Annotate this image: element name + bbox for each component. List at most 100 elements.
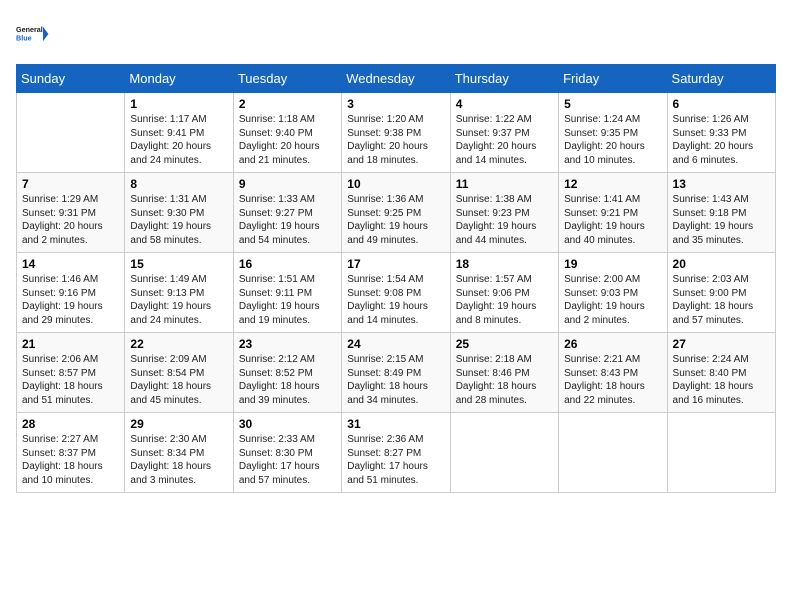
calendar-cell: 23Sunrise: 2:12 AMSunset: 8:52 PMDayligh… — [233, 333, 341, 413]
day-info: Sunrise: 1:57 AMSunset: 9:06 PMDaylight:… — [456, 273, 553, 327]
day-number: 19 — [564, 257, 661, 271]
calendar-cell: 4 Sunrise: 1:22 AMSunset: 9:37 PMDaylight… — [450, 93, 558, 173]
calendar-cell: 16 Sunrise: 1:51 AMSunset: 9:11 PMDayligh… — [233, 253, 341, 333]
day-info: Sunrise: 1:51 AMSunset: 9:11 PMDaylight:… — [239, 273, 336, 327]
calendar-cell: 2Sunrise: 1:18 AMSunset: 9:40 PMDaylight… — [233, 93, 341, 173]
day-info: Sunrise: 2:15 AMSunset: 8:49 PMDaylight:… — [347, 353, 444, 407]
day-number: 16 — [239, 257, 336, 271]
calendar-cell: 15 Sunrise: 1:49 AMSunset: 9:13 PMDayligh… — [125, 253, 233, 333]
day-info: Sunrise: 1:41 AMSunset: 9:21 PMDaylight:… — [564, 193, 661, 247]
week-row-1: 1Sunrise: 1:17 AMSunset: 9:41 PMDaylight… — [17, 93, 776, 173]
day-number: 4 — [456, 97, 553, 111]
week-row-4: 21Sunrise: 2:06 AMSunset: 8:57 PMDayligh… — [17, 333, 776, 413]
header-day-tuesday: Tuesday — [233, 65, 341, 93]
calendar-cell: 5 Sunrise: 1:24 AMSunset: 9:35 PMDaylight… — [559, 93, 667, 173]
calendar-cell: 13Sunrise: 1:43 AMSunset: 9:18 PMDayligh… — [667, 173, 775, 253]
calendar-cell: 24 Sunrise: 2:15 AMSunset: 8:49 PMDayligh… — [342, 333, 450, 413]
calendar-cell: 27 Sunrise: 2:24 AMSunset: 8:40 PMDayligh… — [667, 333, 775, 413]
day-number: 31 — [347, 417, 444, 431]
day-number: 28 — [22, 417, 119, 431]
calendar-cell: 1Sunrise: 1:17 AMSunset: 9:41 PMDaylight… — [125, 93, 233, 173]
day-number: 5 — [564, 97, 661, 111]
day-number: 3 — [347, 97, 444, 111]
calendar-cell: 29 Sunrise: 2:30 AMSunset: 8:34 PMDayligh… — [125, 413, 233, 493]
day-info: Sunrise: 2:03 AMSunset: 9:00 PMDaylight:… — [673, 273, 770, 327]
header-day-sunday: Sunday — [17, 65, 125, 93]
day-info: Sunrise: 2:30 AMSunset: 8:34 PMDaylight:… — [130, 433, 227, 487]
day-number: 8 — [130, 177, 227, 191]
day-info: Sunrise: 1:49 AMSunset: 9:13 PMDaylight:… — [130, 273, 227, 327]
day-number: 22 — [130, 337, 227, 351]
calendar-cell: 26 Sunrise: 2:21 AMSunset: 8:43 PMDayligh… — [559, 333, 667, 413]
day-number: 10 — [347, 177, 444, 191]
day-info: Sunrise: 1:38 AMSunset: 9:23 PMDaylight:… — [456, 193, 553, 247]
calendar-cell: 11 Sunrise: 1:38 AMSunset: 9:23 PMDayligh… — [450, 173, 558, 253]
calendar-cell: 7Sunrise: 1:29 AMSunset: 9:31 PMDaylight… — [17, 173, 125, 253]
day-info: Sunrise: 1:24 AMSunset: 9:35 PMDaylight:… — [564, 113, 661, 167]
day-number: 17 — [347, 257, 444, 271]
calendar-cell: 9Sunrise: 1:33 AMSunset: 9:27 PMDaylight… — [233, 173, 341, 253]
calendar-cell: 20 Sunrise: 2:03 AMSunset: 9:00 PMDayligh… — [667, 253, 775, 333]
day-number: 14 — [22, 257, 119, 271]
svg-text:Blue: Blue — [16, 33, 32, 42]
calendar-cell — [667, 413, 775, 493]
day-info: Sunrise: 1:26 AMSunset: 9:33 PMDaylight:… — [673, 113, 770, 167]
calendar-body: 1Sunrise: 1:17 AMSunset: 9:41 PMDaylight… — [17, 93, 776, 493]
day-info: Sunrise: 1:31 AMSunset: 9:30 PMDaylight:… — [130, 193, 227, 247]
day-number: 27 — [673, 337, 770, 351]
day-number: 15 — [130, 257, 227, 271]
calendar-cell — [450, 413, 558, 493]
calendar-cell: 6 Sunrise: 1:26 AMSunset: 9:33 PMDaylight… — [667, 93, 775, 173]
day-number: 18 — [456, 257, 553, 271]
day-info: Sunrise: 2:27 AMSunset: 8:37 PMDaylight:… — [22, 433, 119, 487]
day-info: Sunrise: 2:18 AMSunset: 8:46 PMDaylight:… — [456, 353, 553, 407]
calendar-table: SundayMondayTuesdayWednesdayThursdayFrid… — [16, 64, 776, 493]
calendar-cell: 8 Sunrise: 1:31 AMSunset: 9:30 PMDaylight… — [125, 173, 233, 253]
logo-icon: GeneralBlue — [16, 16, 52, 52]
day-info: Sunrise: 1:46 AMSunset: 9:16 PMDaylight:… — [22, 273, 119, 327]
day-info: Sunrise: 1:17 AMSunset: 9:41 PMDaylight:… — [130, 113, 227, 167]
header-day-monday: Monday — [125, 65, 233, 93]
day-number: 12 — [564, 177, 661, 191]
week-row-3: 14 Sunrise: 1:46 AMSunset: 9:16 PMDayligh… — [17, 253, 776, 333]
calendar-cell: 22 Sunrise: 2:09 AMSunset: 8:54 PMDayligh… — [125, 333, 233, 413]
calendar-cell: 25 Sunrise: 2:18 AMSunset: 8:46 PMDayligh… — [450, 333, 558, 413]
calendar-cell — [559, 413, 667, 493]
logo: GeneralBlue — [16, 16, 52, 52]
day-number: 6 — [673, 97, 770, 111]
calendar-cell: 21Sunrise: 2:06 AMSunset: 8:57 PMDayligh… — [17, 333, 125, 413]
day-number: 20 — [673, 257, 770, 271]
calendar-cell — [17, 93, 125, 173]
day-number: 24 — [347, 337, 444, 351]
header-day-thursday: Thursday — [450, 65, 558, 93]
day-number: 26 — [564, 337, 661, 351]
day-info: Sunrise: 2:36 AMSunset: 8:27 PMDaylight:… — [347, 433, 444, 487]
day-info: Sunrise: 2:00 AMSunset: 9:03 PMDaylight:… — [564, 273, 661, 327]
header-day-wednesday: Wednesday — [342, 65, 450, 93]
day-number: 11 — [456, 177, 553, 191]
calendar-cell: 18 Sunrise: 1:57 AMSunset: 9:06 PMDayligh… — [450, 253, 558, 333]
day-info: Sunrise: 1:54 AMSunset: 9:08 PMDaylight:… — [347, 273, 444, 327]
day-info: Sunrise: 2:12 AMSunset: 8:52 PMDaylight:… — [239, 353, 336, 407]
calendar-cell: 12 Sunrise: 1:41 AMSunset: 9:21 PMDayligh… — [559, 173, 667, 253]
calendar-cell: 17 Sunrise: 1:54 AMSunset: 9:08 PMDayligh… — [342, 253, 450, 333]
day-number: 29 — [130, 417, 227, 431]
calendar-cell: 14 Sunrise: 1:46 AMSunset: 9:16 PMDayligh… — [17, 253, 125, 333]
day-number: 2 — [239, 97, 336, 111]
week-row-5: 28 Sunrise: 2:27 AMSunset: 8:37 PMDayligh… — [17, 413, 776, 493]
day-info: Sunrise: 2:09 AMSunset: 8:54 PMDaylight:… — [130, 353, 227, 407]
calendar-cell: 19 Sunrise: 2:00 AMSunset: 9:03 PMDayligh… — [559, 253, 667, 333]
day-info: Sunrise: 2:24 AMSunset: 8:40 PMDaylight:… — [673, 353, 770, 407]
day-info: Sunrise: 1:22 AMSunset: 9:37 PMDaylight:… — [456, 113, 553, 167]
day-info: Sunrise: 1:20 AMSunset: 9:38 PMDaylight:… — [347, 113, 444, 167]
calendar-cell: 3 Sunrise: 1:20 AMSunset: 9:38 PMDaylight… — [342, 93, 450, 173]
day-number: 25 — [456, 337, 553, 351]
header-row: SundayMondayTuesdayWednesdayThursdayFrid… — [17, 65, 776, 93]
day-info: Sunrise: 2:33 AMSunset: 8:30 PMDaylight:… — [239, 433, 336, 487]
day-info: Sunrise: 1:43 AMSunset: 9:18 PMDaylight:… — [673, 193, 770, 247]
day-info: Sunrise: 2:21 AMSunset: 8:43 PMDaylight:… — [564, 353, 661, 407]
page-header: GeneralBlue — [16, 16, 776, 52]
calendar-cell: 30Sunrise: 2:33 AMSunset: 8:30 PMDayligh… — [233, 413, 341, 493]
header-day-saturday: Saturday — [667, 65, 775, 93]
day-number: 9 — [239, 177, 336, 191]
